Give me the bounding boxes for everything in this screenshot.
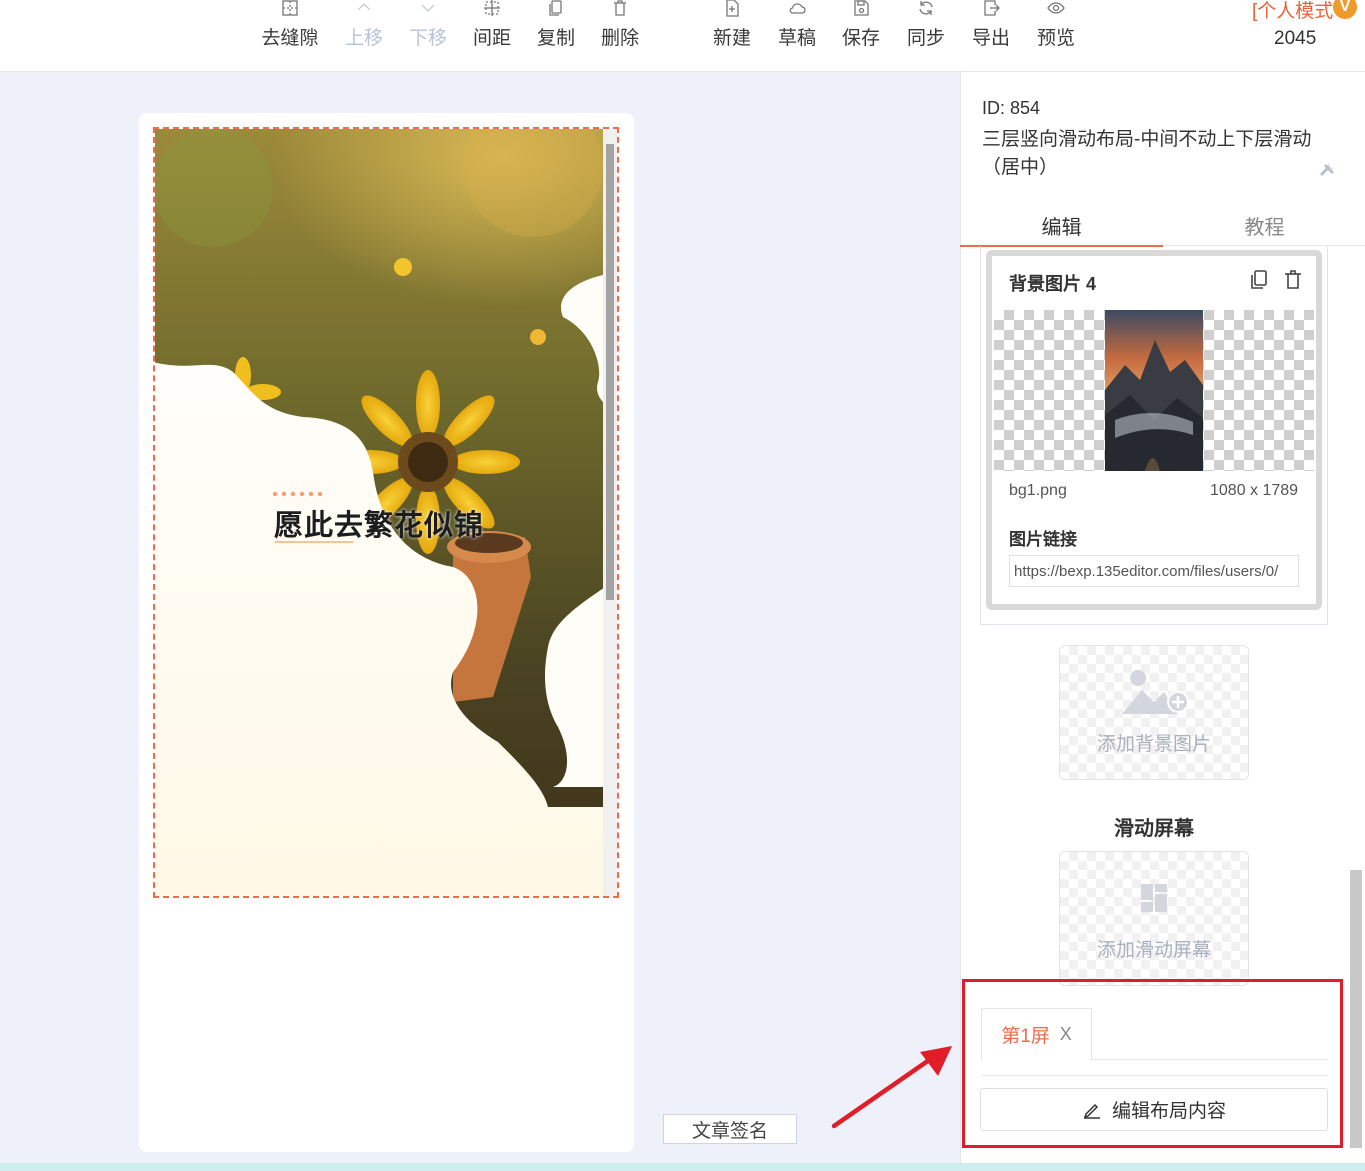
annotation-arrow [831,1046,952,1129]
copy-button[interactable]: 复制 [524,0,588,60]
add-image-icon [1122,670,1189,714]
add-background-image-label: 添加背景图片 [1096,734,1211,755]
tab-divider [981,1075,1328,1076]
personal-mode-link[interactable]: [个人模式 [1252,0,1333,23]
add-scroll-screen-button[interactable]: 添加滑动屏幕 [1059,851,1249,986]
close-icon[interactable]: X [1060,1024,1072,1045]
new-label: 新建 [712,28,751,49]
image-link-label: 图片链接 [1009,530,1077,549]
layout-icon [1141,884,1167,912]
add-scroll-screen-label: 添加滑动屏幕 [1096,940,1211,961]
cloud-icon [789,3,806,14]
edit-layout-content-button[interactable]: 编辑布局内容 [980,1088,1328,1131]
image-file-name: bg1.png [1009,482,1067,499]
copy-label: 复制 [536,28,575,49]
preview-scrollbar-thumb[interactable] [606,144,614,600]
chevron-up-icon [357,3,371,11]
move-up-label: 上移 [344,28,383,49]
copy-icon [549,0,562,16]
top-toolbar: 去缝隙 上移 下移 间距 复制 删除 新建 草稿 保存 同步 导出 预览 [个人… [0,0,1365,72]
tools-icon[interactable] [1318,160,1338,178]
background-image-title: 背景图片 4 [1009,274,1097,294]
copy-icon[interactable] [1249,269,1269,291]
tab-tutorial[interactable]: 教程 [1163,205,1365,246]
move-down-label: 下移 [408,28,447,49]
mountain-thumbnail[interactable] [1105,310,1203,471]
trash-icon[interactable] [1283,269,1303,291]
layout-title-text: 愿此去繁花似锦 [274,508,485,542]
edit-layout-content-label: 编辑布局内容 [1111,1101,1226,1122]
preview-button[interactable]: 预览 [1024,0,1088,60]
pencil-icon [1083,1103,1100,1119]
preview-label: 预览 [1036,28,1075,49]
sync-icon [919,1,933,15]
move-down-button[interactable]: 下移 [396,0,460,60]
screen-tab-1[interactable]: 第1屏 X [981,1008,1092,1060]
image-link-input[interactable] [1009,555,1299,587]
article-signature-button[interactable]: 文章签名 [663,1114,797,1144]
new-button[interactable]: 新建 [700,0,764,60]
save-icon [854,0,869,16]
screen-tab-name: 第1屏 [1001,1026,1050,1047]
chevron-down-icon [421,4,435,12]
spacing-button[interactable]: 间距 [460,0,524,60]
new-file-icon [726,0,739,17]
export-button[interactable]: 导出 [959,0,1023,60]
vip-badge[interactable]: V [1333,0,1357,19]
remove-gap-button[interactable]: 去缝隙 [258,0,322,60]
delete-label: 删除 [600,28,639,49]
template-name: 三层竖向滑动布局-中间不动上下层滑动（居中） [982,129,1312,178]
bottom-status-strip [0,1163,1365,1171]
draft-label: 草稿 [777,28,816,49]
spacing-label: 间距 [472,28,511,49]
scroll-screen-section-title: 滑动屏幕 [1114,818,1194,840]
move-up-button[interactable]: 上移 [332,0,396,60]
panel-scrollbar-thumb[interactable] [1350,870,1362,1148]
spacing-icon [484,0,500,16]
count-display: 2045 [1274,28,1317,49]
image-dimensions: 1080 x 1789 [1210,482,1299,499]
export-label: 导出 [971,28,1010,49]
save-label: 保存 [841,28,880,49]
trash-icon [614,0,626,16]
sync-button[interactable]: 同步 [894,0,958,60]
remove-gap-label: 去缝隙 [261,28,319,49]
tab-edit[interactable]: 编辑 [960,205,1163,247]
export-icon [984,0,1000,16]
sync-label: 同步 [906,28,945,49]
tab-divider [1092,1059,1328,1060]
add-background-image-button[interactable]: 添加背景图片 [1059,645,1249,780]
eye-icon [1047,2,1065,14]
delete-button[interactable]: 删除 [588,0,652,60]
template-id: ID: 854 [982,98,1041,118]
grid-gap-icon [282,0,298,16]
save-button[interactable]: 保存 [829,0,893,60]
draft-button[interactable]: 草稿 [765,0,829,60]
